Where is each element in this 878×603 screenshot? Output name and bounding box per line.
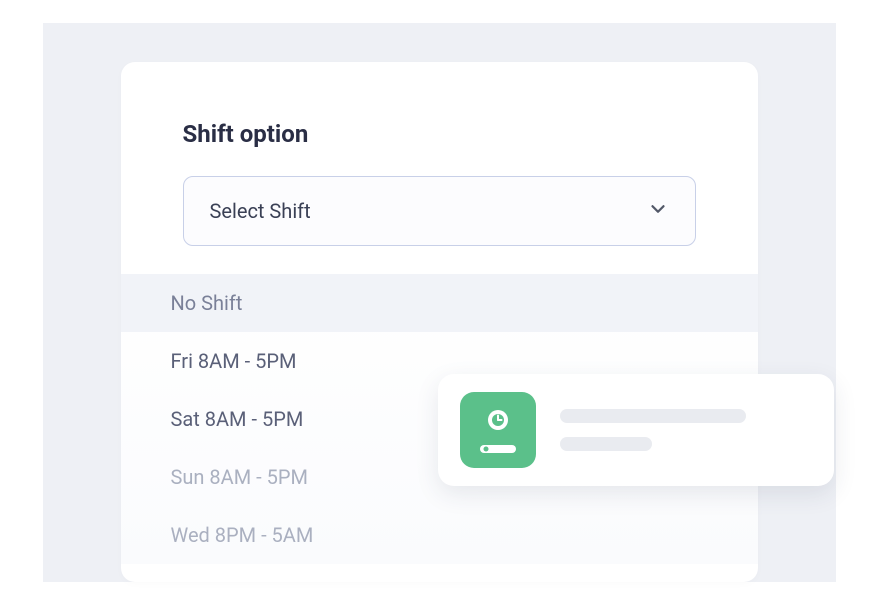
popup-placeholder-lines <box>560 409 746 451</box>
shift-option-card: Shift option Select Shift No Shift Fri 8… <box>121 62 758 582</box>
chevron-down-icon <box>647 198 669 224</box>
placeholder-line <box>560 409 746 423</box>
section-heading: Shift option <box>183 120 696 148</box>
placeholder-line <box>560 437 652 451</box>
shift-info-popup <box>438 374 834 486</box>
page-background: Shift option Select Shift No Shift Fri 8… <box>43 23 836 582</box>
shift-select-dropdown[interactable]: Select Shift <box>183 176 696 246</box>
shift-option-wed[interactable]: Wed 8PM - 5AM <box>121 506 758 564</box>
clock-icon <box>460 392 536 468</box>
shift-option-no-shift[interactable]: No Shift <box>121 274 758 332</box>
select-placeholder-text: Select Shift <box>210 199 311 223</box>
